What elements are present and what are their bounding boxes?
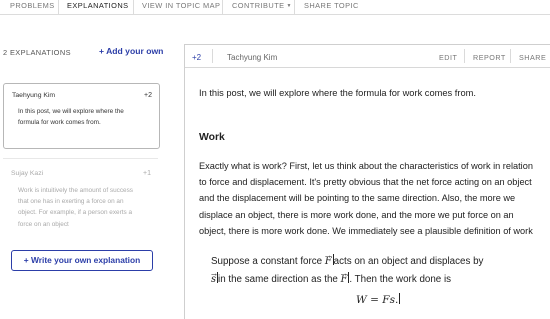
report-button[interactable]: REPORT	[473, 53, 506, 62]
card-snippet: In this post, we will explore where the …	[18, 108, 124, 127]
explanation-card-selected[interactable]: Taehyung Kim +2 In this post, we will ex…	[3, 83, 160, 149]
edit-button[interactable]: EDIT	[439, 53, 457, 62]
toolbar-divider	[212, 49, 213, 63]
explanation-card[interactable]: Sujay Kazi +1 Work is intuitively the am…	[3, 158, 158, 230]
tab-problems[interactable]: PROBLEMS	[10, 0, 55, 14]
card-snippet: Work is intuitively the amount of succes…	[18, 187, 133, 228]
force-vector: → F	[341, 271, 348, 285]
definition-line-1: Suppose a constant force → Facts on an ob…	[211, 253, 541, 271]
vector-arrow-icon: →	[340, 270, 347, 279]
tab-share-topic[interactable]: SHARE TOPIC	[304, 0, 359, 14]
card-score: +1	[143, 170, 151, 177]
toolbar-divider	[464, 49, 465, 63]
card-author: Sujay Kazi	[11, 170, 44, 177]
definition-text: in the same direction as the	[218, 273, 341, 285]
formula-equals: =	[366, 294, 383, 306]
formula-rhs: Fs.	[382, 294, 399, 306]
section-heading: Work	[199, 132, 225, 143]
tab-divider	[133, 0, 134, 14]
tab-explanations[interactable]: EXPLANATIONS	[67, 0, 129, 14]
tab-view-in-topic-map[interactable]: VIEW IN TOPIC MAP	[142, 0, 220, 14]
definition-text: acts on an object and displaces by	[333, 256, 484, 267]
toolbar-divider	[510, 49, 511, 63]
post-author[interactable]: Tachyung Kim	[227, 53, 277, 62]
post-toolbar: +2 Tachyung Kim EDIT REPORT SHARE	[185, 45, 550, 68]
vote-score[interactable]: +2	[192, 53, 201, 62]
vector-arrow-icon: →	[211, 270, 217, 279]
card-author: Taehyung Kim	[12, 92, 56, 99]
formula-lhs: W	[356, 294, 367, 306]
card-score: +2	[144, 92, 152, 99]
share-button[interactable]: SHARE	[519, 53, 546, 62]
vector-arrow-icon: →	[324, 253, 331, 261]
work-formula: W = Fs.	[356, 293, 401, 306]
tab-divider	[222, 0, 223, 14]
tab-divider	[58, 0, 59, 14]
definition-line-2: → s in the same direction as the → F. Then …	[211, 271, 541, 289]
post-intro: In this post, we will explore where the …	[199, 88, 476, 98]
write-your-own-explanation-button[interactable]: + Write your own explanation	[11, 250, 153, 271]
tab-contribute-label: CONTRIBUTE	[232, 1, 285, 10]
definition-text: Suppose a constant force	[211, 256, 325, 267]
cursor-bar	[399, 293, 401, 304]
force-vector: → F	[325, 253, 332, 267]
tab-contribute[interactable]: CONTRIBUTE ▼	[232, 0, 292, 14]
displacement-vector: → s	[211, 271, 217, 285]
definition-text: . Then the work done is	[349, 273, 452, 285]
explanations-count: 2 EXPLANATIONS	[3, 48, 71, 57]
post-paragraph: Exactly what is work? First, let us thin…	[199, 161, 533, 236]
definition-box: Suppose a constant force → Facts on an ob…	[211, 253, 541, 306]
add-your-own-link[interactable]: + Add your own	[99, 46, 163, 56]
chevron-down-icon: ▼	[286, 3, 292, 9]
topic-tabs: PROBLEMS EXPLANATIONS VIEW IN TOPIC MAP …	[0, 0, 550, 15]
tab-divider	[294, 0, 295, 14]
